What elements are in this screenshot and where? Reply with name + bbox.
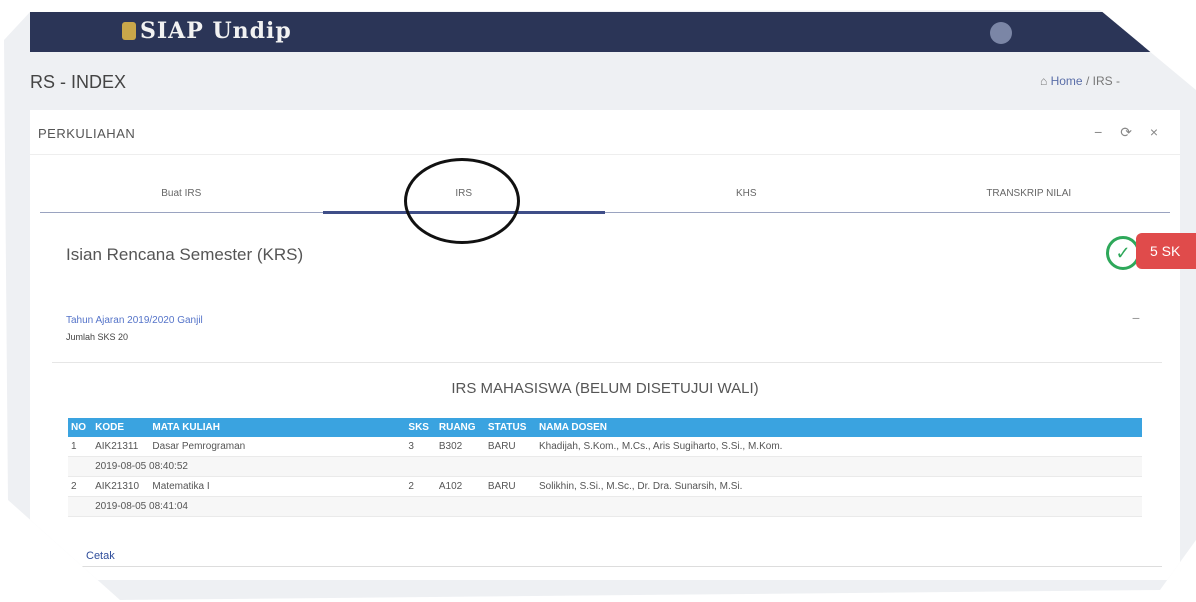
divider	[30, 154, 1180, 155]
minimize-icon[interactable]: −	[1094, 124, 1102, 140]
university-logo-icon	[122, 22, 136, 40]
cell-status: BARU	[484, 476, 536, 497]
cell-nama-dosen: Solikhin, S.Si., M.Sc., Dr. Dra. Sunarsi…	[536, 476, 1142, 497]
close-icon[interactable]: ×	[1150, 124, 1158, 140]
page-title: RS - INDEX	[30, 72, 127, 92]
breadcrumb-current: IRS -	[1092, 74, 1120, 88]
cell-nama-dosen: Khadijah, S.Kom., M.Cs., Aris Sugiharto,…	[536, 437, 1142, 457]
col-sks: SKS	[405, 418, 436, 437]
col-status: STATUS	[484, 418, 536, 437]
breadcrumb-separator: /	[1085, 74, 1090, 88]
home-icon: ⌂	[1040, 74, 1048, 88]
cell-timestamp: 2019-08-05 08:41:04	[92, 496, 1142, 517]
cell-mata-kuliah: Dasar Pemrograman	[149, 437, 406, 457]
section-title: Isian Rencana Semester (KRS)	[66, 245, 304, 264]
tab-khs[interactable]: KHS	[605, 180, 888, 212]
divider	[52, 566, 1162, 567]
refresh-icon[interactable]: ⟳	[1120, 124, 1132, 140]
tab-transkrip-nilai[interactable]: TRANSKRIP NILAI	[888, 180, 1171, 212]
breadcrumb: ⌂ Home / IRS -	[1040, 74, 1120, 88]
cell-sks: 3	[405, 437, 436, 457]
cell-mata-kuliah: Matematika I	[149, 476, 406, 497]
col-kode: KODE	[92, 418, 150, 437]
divider	[52, 362, 1162, 363]
cell-ruang: B302	[435, 437, 485, 457]
table-row: 1 AIK21311 Dasar Pemrograman 3 B302 BARU…	[68, 437, 1142, 457]
screenshot-frame: SIAP Undip RS - INDEX ⌂ Home / IRS - PER…	[4, 10, 1196, 600]
cell-kode: AIK21311	[92, 437, 150, 457]
cell-no: 2	[68, 476, 93, 497]
tab-buat-irs[interactable]: Buat IRS	[40, 180, 323, 212]
cell-no: 1	[68, 437, 93, 457]
irs-table-title: IRS MAHASISWA (BELUM DISETUJUI WALI)	[451, 380, 759, 397]
collapse-icon[interactable]: −	[1132, 310, 1140, 326]
col-ruang: RUANG	[435, 418, 485, 437]
cell-sks: 2	[405, 476, 436, 497]
check-circle-icon: ✓	[1106, 236, 1140, 270]
table-row: 2 AIK21310 Matematika I 2 A102 BARU Soli…	[68, 476, 1142, 497]
col-nama-dosen: NAMA DOSEN	[536, 418, 1142, 437]
table-header-row: NO KODE MATA KULIAH SKS RUANG STATUS NAM…	[68, 418, 1142, 437]
table-row-timestamp: 2019-08-05 08:41:04	[68, 496, 1142, 517]
cell-status: BARU	[484, 437, 536, 457]
table-row-timestamp: 2019-08-05 08:40:52	[68, 456, 1142, 477]
card-title: PERKULIAHAN	[38, 126, 136, 141]
col-mata-kuliah: MATA KULIAH	[149, 418, 406, 437]
card-tools: − ⟳ ×	[1080, 124, 1158, 141]
col-no: NO	[68, 418, 93, 437]
breadcrumb-home[interactable]: Home	[1051, 74, 1083, 88]
tab-bar: Buat IRS IRS KHS TRANSKRIP NILAI	[40, 180, 1171, 214]
academic-year-link[interactable]: Tahun Ajaran 2019/2020 Ganjil	[66, 315, 203, 326]
print-link[interactable]: Cetak	[86, 550, 115, 562]
user-avatar[interactable]	[990, 22, 1012, 44]
sks-total: Jumlah SKS 20	[66, 332, 129, 342]
cell-ruang: A102	[435, 476, 485, 497]
cell-timestamp: 2019-08-05 08:40:52	[92, 456, 1142, 477]
cell-kode: AIK21310	[92, 476, 150, 497]
irs-table: NO KODE MATA KULIAH SKS RUANG STATUS NAM…	[68, 418, 1142, 517]
perkuliahan-card: PERKULIAHAN − ⟳ × Buat IRS IRS KHS TRANS…	[30, 110, 1196, 580]
annotation-circle	[404, 158, 520, 244]
app-title: SIAP Undip	[140, 18, 292, 44]
sks-badge: 5 SK	[1136, 233, 1196, 269]
